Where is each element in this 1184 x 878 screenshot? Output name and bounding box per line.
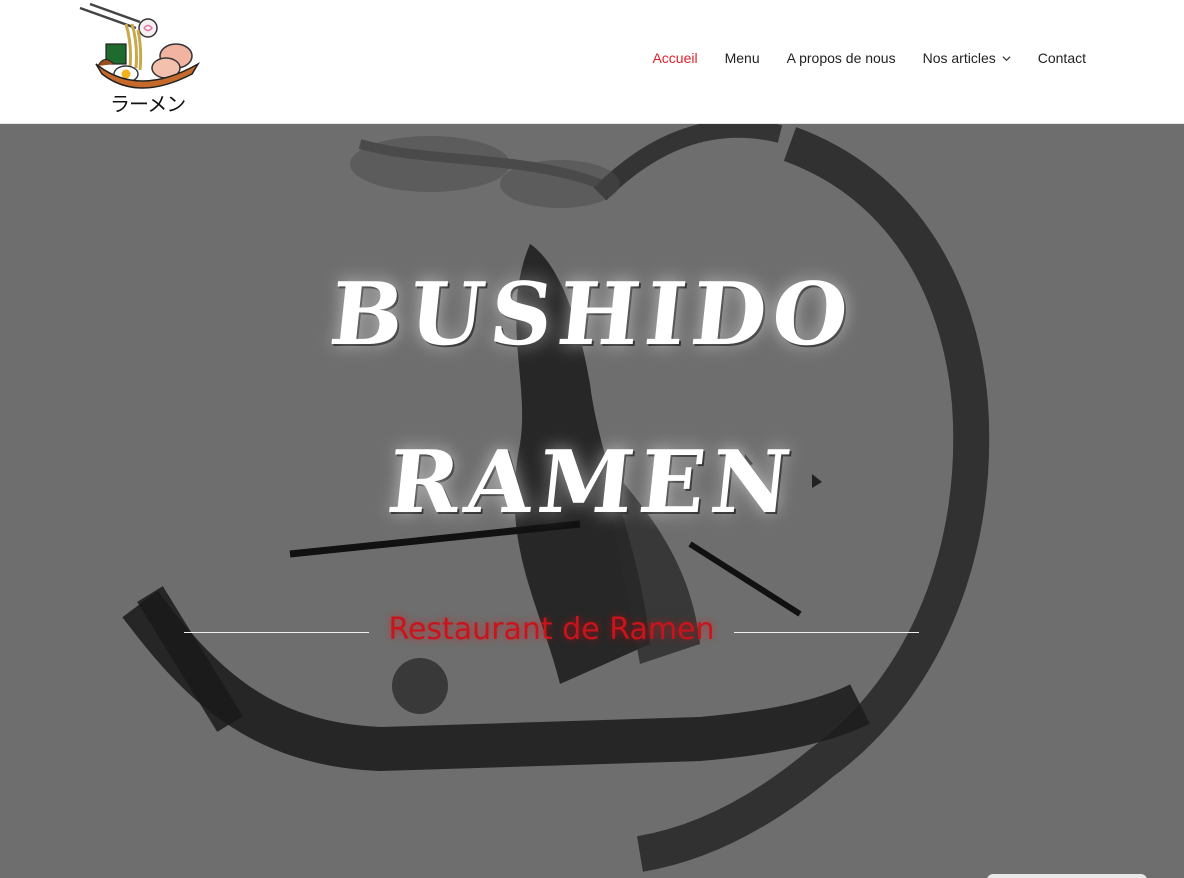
nav-item-contact[interactable]: Contact <box>1038 50 1086 66</box>
nav-item-menu[interactable]: Menu <box>725 50 760 66</box>
site-header: ラーメン Accueil Menu A propos de nous Nos a… <box>0 0 1184 124</box>
hero-title-line2: RAMEN <box>382 432 802 533</box>
divider-right <box>734 632 919 633</box>
nav-item-nos-articles-label: Nos articles <box>922 50 996 66</box>
ramen-bowl-icon <box>79 2 201 89</box>
chevron-down-icon <box>1002 55 1011 61</box>
hero-banner: BUSHIDO RAMEN Restaurant de Ramen <box>0 124 1184 878</box>
nav-item-nos-articles[interactable]: Nos articles <box>923 50 1011 66</box>
floating-widget-tab[interactable] <box>987 874 1147 878</box>
hero-title-line1: BUSHIDO <box>325 264 859 365</box>
site-logo[interactable]: ラーメン <box>74 2 204 120</box>
nav-item-accueil[interactable]: Accueil <box>652 50 697 66</box>
divider-left <box>184 632 369 633</box>
logo-text: ラーメン <box>110 92 186 116</box>
hero-subtitle: Restaurant de Ramen <box>388 612 715 647</box>
nav-item-a-propos[interactable]: A propos de nous <box>787 50 896 66</box>
hero-subtitle-row: Restaurant de Ramen <box>184 612 919 654</box>
main-nav: Accueil Menu A propos de nous Nos articl… <box>625 50 1086 66</box>
